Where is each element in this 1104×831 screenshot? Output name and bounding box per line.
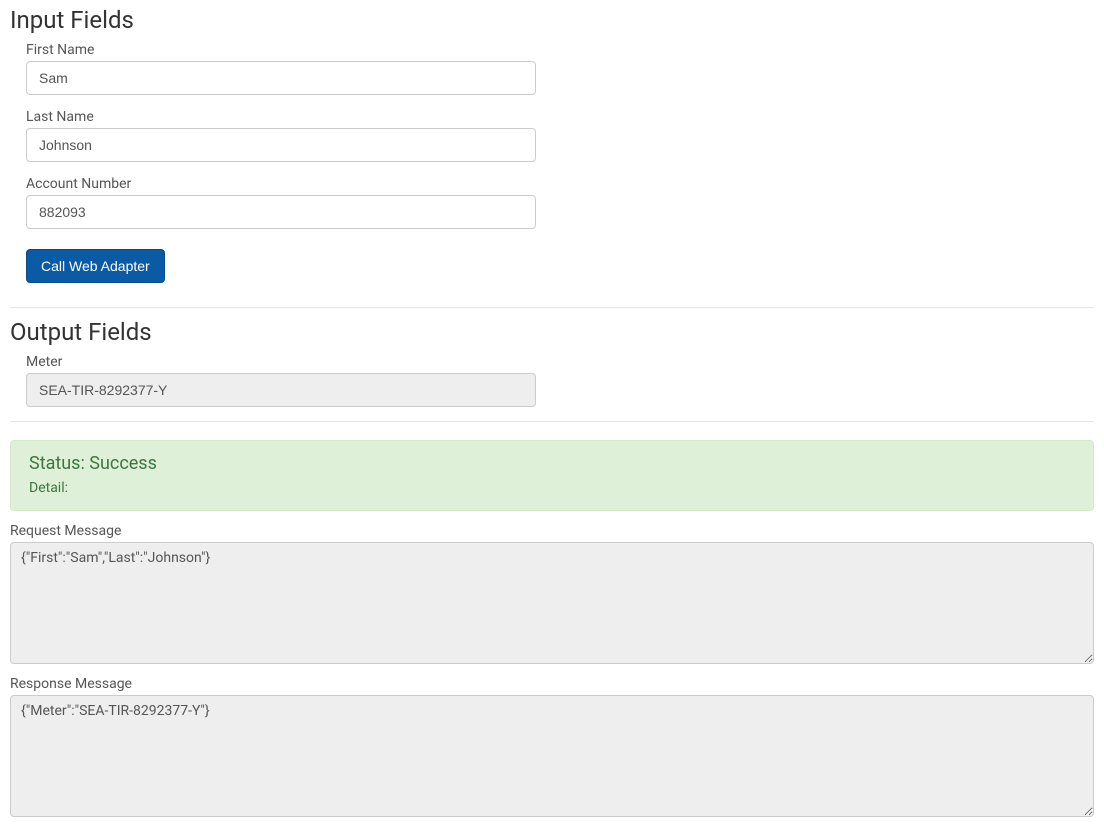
call-web-adapter-button[interactable]: Call Web Adapter bbox=[26, 249, 165, 283]
input-fields-heading: Input Fields bbox=[10, 6, 1094, 34]
meter-output bbox=[26, 373, 536, 407]
status-heading: Status: Success bbox=[29, 453, 1075, 474]
first-name-label: First Name bbox=[26, 42, 536, 58]
section-divider bbox=[10, 307, 1094, 308]
last-name-group: Last Name bbox=[26, 109, 536, 162]
last-name-input[interactable] bbox=[26, 128, 536, 162]
first-name-group: First Name bbox=[26, 42, 536, 95]
response-message-textarea[interactable] bbox=[10, 695, 1094, 817]
account-number-input[interactable] bbox=[26, 195, 536, 229]
detail-label: Detail: bbox=[29, 480, 68, 496]
first-name-input[interactable] bbox=[26, 61, 536, 95]
response-message-label: Response Message bbox=[10, 676, 1094, 692]
status-value: Success bbox=[89, 453, 157, 474]
status-label: Status: bbox=[29, 453, 85, 474]
account-number-group: Account Number bbox=[26, 176, 536, 229]
status-detail: Detail: bbox=[29, 480, 1075, 496]
section-divider-2 bbox=[10, 421, 1094, 422]
account-number-label: Account Number bbox=[26, 176, 536, 192]
request-message-textarea[interactable] bbox=[10, 542, 1094, 664]
meter-label: Meter bbox=[26, 354, 536, 370]
last-name-label: Last Name bbox=[26, 109, 536, 125]
output-fields-heading: Output Fields bbox=[10, 318, 1094, 346]
status-panel: Status: Success Detail: bbox=[10, 440, 1094, 511]
request-message-label: Request Message bbox=[10, 523, 1094, 539]
meter-group: Meter bbox=[26, 354, 536, 407]
